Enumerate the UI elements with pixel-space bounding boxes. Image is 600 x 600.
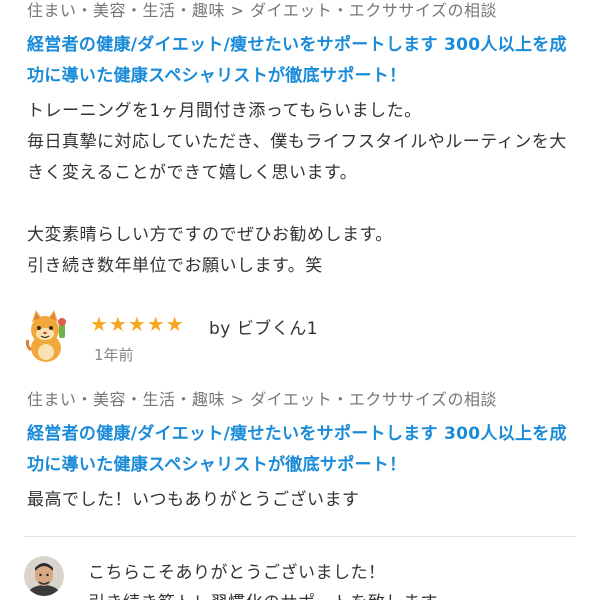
divider (24, 536, 576, 537)
seller-avatar-icon[interactable] (24, 556, 64, 596)
service-title-link[interactable]: 経営者の健康/ダイエット/痩せたいをサポートします 300人以上を成功に導いた健… (27, 419, 579, 481)
review-category[interactable]: 住まい・美容・生活・趣味 > ダイエット・エクササイズの相談 (27, 0, 497, 21)
reviewer-info: ★★★★★ by ビブくん1 1年前 (24, 306, 584, 376)
cat-mascot-icon[interactable] (24, 308, 68, 364)
seller-reply: こちらこそありがとうございました！ 引き続き筋トレ習慣化のサポートを致します (24, 552, 584, 600)
review-body: 最高でした！いつもありがとうございます (27, 490, 360, 510)
reviews-page: 住まい・美容・生活・趣味 > ダイエット・エクササイズの相談 経営者の健康/ダイ… (0, 0, 600, 600)
reviewer-name: by ビブくん1 (209, 319, 319, 339)
rating-stars: ★★★★★ (90, 312, 185, 336)
review-category[interactable]: 住まい・美容・生活・趣味 > ダイエット・エクササイズの相談 (27, 386, 497, 410)
service-title-link[interactable]: 経営者の健康/ダイエット/痩せたいをサポートします 300人以上を成功に導いた健… (27, 30, 579, 92)
review-age: 1年前 (94, 346, 134, 364)
review-body: トレーニングを1ヶ月間付き添ってもらいました。 毎日真摯に対応していただき、僕も… (27, 101, 567, 276)
reply-text: こちらこそありがとうございました！ 引き続き筋トレ習慣化のサポートを致します (88, 563, 438, 600)
